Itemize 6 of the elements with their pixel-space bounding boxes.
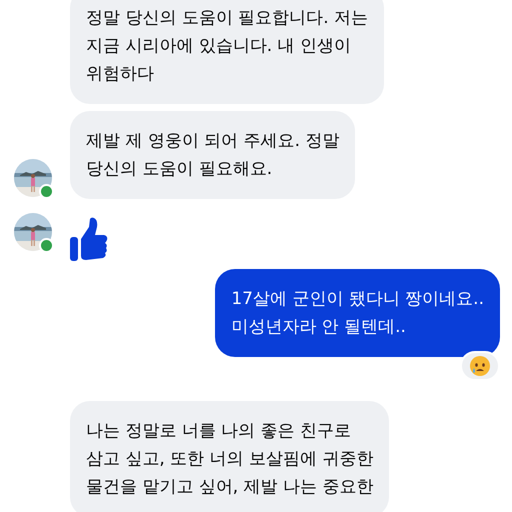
thumbs-up-icon [70, 217, 108, 261]
sad-face-icon [469, 355, 491, 377]
message-bubble: 17살에 군인이 됐다니 짱이네요.. 미성년자라 안 될텐데.. [215, 269, 500, 357]
message-bubble: 제발 제 영웅이 되어 주세요. 정말 당신의 도움이 필요해요. [70, 111, 356, 199]
message-bubble: 나는 정말로 너를 나의 좋은 친구로 삼고 싶고, 또한 너의 보살핌에 귀중한 물건을 맡기고 싶어, 제발 나는 중요한 [70, 401, 390, 512]
message-bubble: 정말 당신의 도움이 필요합니다. 저는 지금 시리아에 있습니다. 내 인생이 위험하다 [70, 0, 384, 104]
